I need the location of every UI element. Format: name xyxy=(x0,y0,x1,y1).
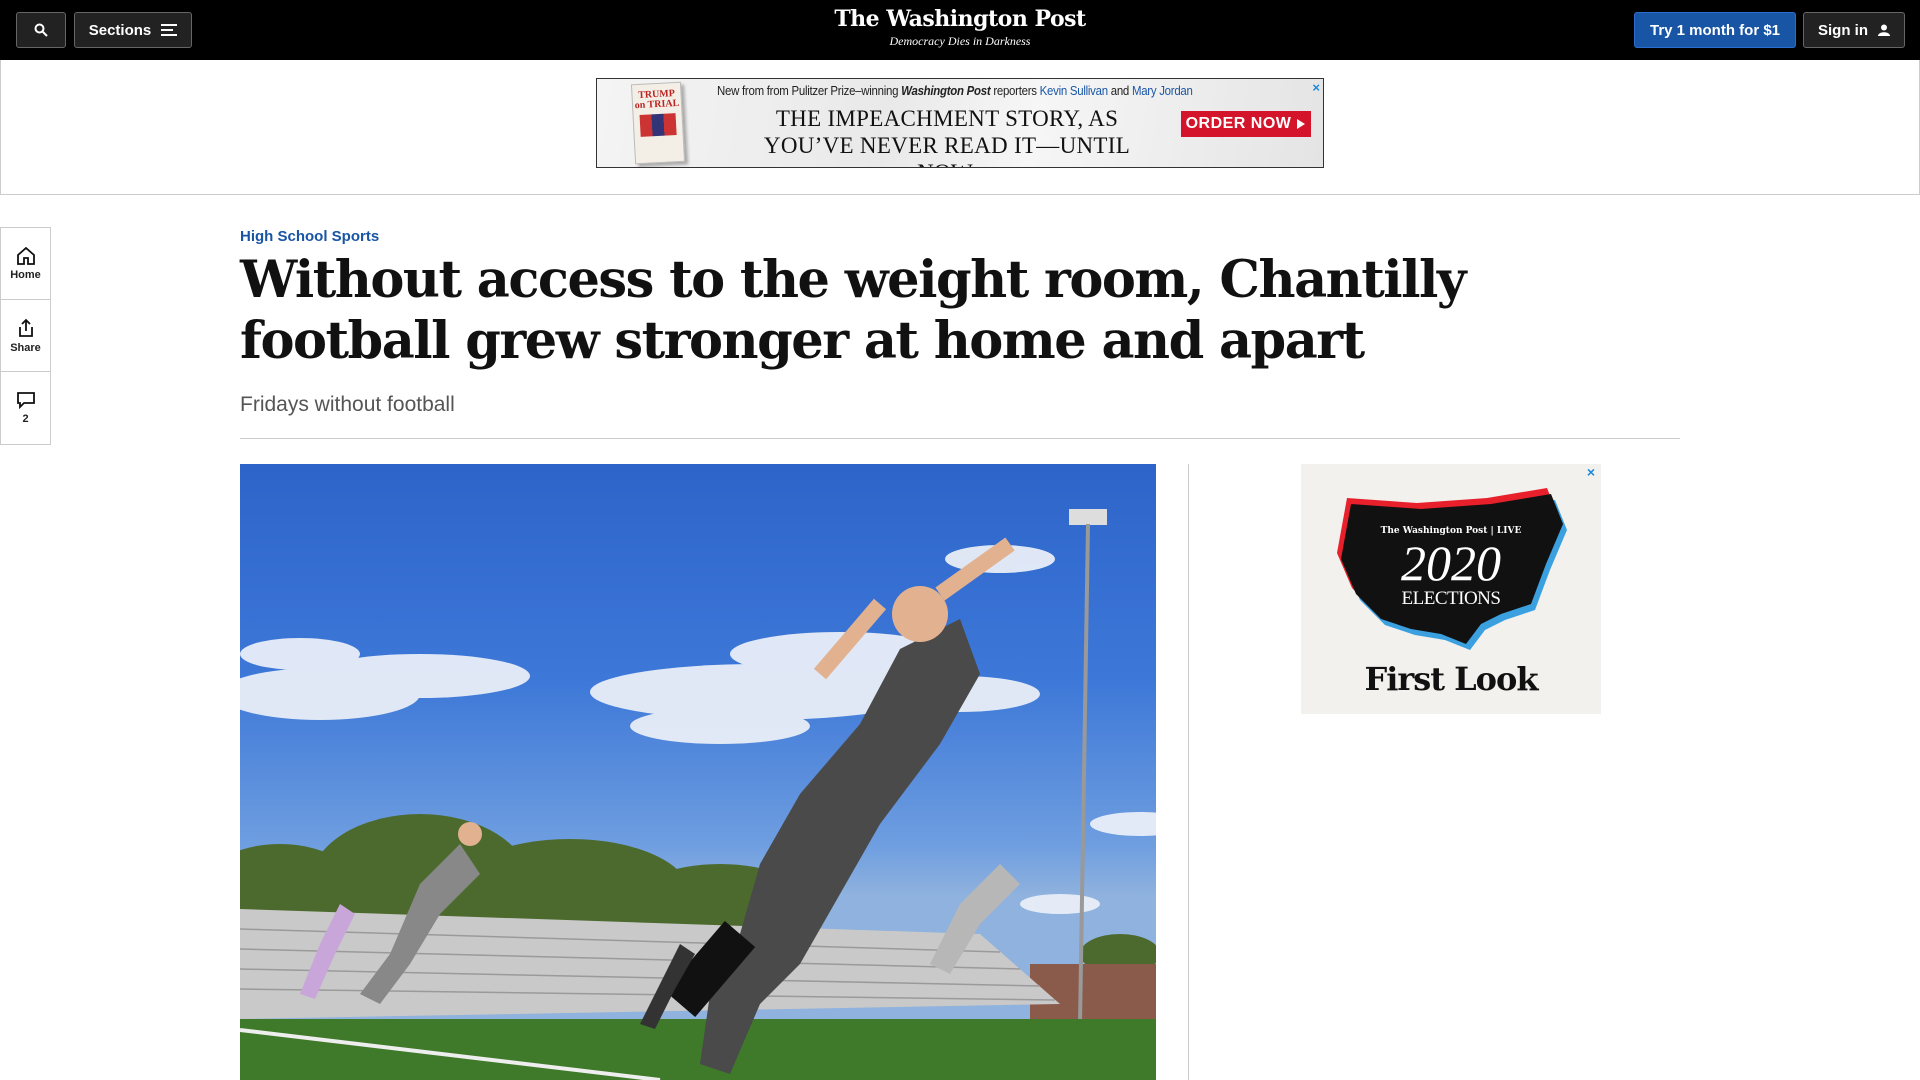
banner-reporters-word: reporters xyxy=(993,83,1037,98)
comment-icon xyxy=(16,392,35,409)
sections-label: Sections xyxy=(88,21,152,39)
banner-author-1: Kevin Sullivan xyxy=(1039,83,1108,98)
section-kicker-link[interactable]: High School Sports xyxy=(240,228,379,245)
order-now-button[interactable]: ORDER NOW xyxy=(1181,111,1311,137)
washington-post-logo[interactable]: The Washington Post xyxy=(760,6,1160,32)
banner-author-2: Mary Jordan xyxy=(1131,83,1193,98)
share-button[interactable]: Share xyxy=(1,300,50,372)
top-navigation: Sections The Washington Post Democracy D… xyxy=(0,0,1920,60)
article-subhead: Fridays without football xyxy=(240,393,455,416)
column-divider xyxy=(1188,464,1189,1080)
ad-elections-title: ELECTIONS xyxy=(1401,588,1501,609)
banner-advertisement[interactable]: TRUMP on TRIAL New from from Pulitzer Pr… xyxy=(596,78,1324,168)
banner-publication: Washington Post xyxy=(901,83,991,98)
ad-close-icon[interactable]: × xyxy=(1587,464,1595,480)
sign-in-button[interactable]: Sign in xyxy=(1803,12,1905,48)
lead-photo[interactable] xyxy=(240,464,1156,1080)
banner-headline-line-2: YOU’VE NEVER READ IT—UNTIL NOW. xyxy=(763,133,1131,167)
sections-button[interactable]: Sections xyxy=(74,12,192,48)
home-label: Home xyxy=(10,268,41,281)
ad-close-icon[interactable]: × xyxy=(1312,80,1320,95)
article-headline: Without access to the weight room, Chant… xyxy=(240,250,1467,371)
masthead[interactable]: The Washington Post Democracy Dies in Da… xyxy=(760,6,1160,49)
book-cover-image: TRUMP on TRIAL xyxy=(630,81,686,165)
play-arrow-icon xyxy=(1297,119,1306,129)
home-icon xyxy=(16,246,35,265)
lead-photo-illustration xyxy=(240,509,1156,1080)
header-divider xyxy=(240,438,1680,439)
share-icon xyxy=(18,318,33,337)
ad-first-look: First Look xyxy=(1364,660,1538,698)
side-advertisement[interactable]: The Washington Post | LIVE 2020 ELECTION… xyxy=(1301,464,1601,714)
left-action-rail: Home Share 2 xyxy=(0,227,51,445)
comments-button[interactable]: 2 xyxy=(1,372,50,444)
book-cover-strip xyxy=(639,113,677,137)
banner-intro-line: New from from Pulitzer Prize–winning Was… xyxy=(717,83,1210,98)
banner-intro: New from from Pulitzer Prize–winning xyxy=(717,83,899,98)
masthead-tagline: Democracy Dies in Darkness xyxy=(889,34,1031,48)
search-icon xyxy=(34,23,48,37)
banner-and-word: and xyxy=(1110,83,1130,98)
comments-count: 2 xyxy=(22,413,29,425)
share-label: Share xyxy=(10,341,41,354)
user-icon xyxy=(1878,24,1890,36)
search-button[interactable] xyxy=(16,12,66,48)
book-title: TRUMP on TRIAL xyxy=(634,88,680,112)
menu-icon xyxy=(161,24,178,36)
banner-headline: THE IMPEACHMENT STORY, AS YOU’VE NEVER R… xyxy=(737,105,1157,167)
ad-year: 2020 xyxy=(1401,535,1501,591)
order-now-label: ORDER NOW xyxy=(1185,115,1292,132)
banner-headline-line-1: THE IMPEACHMENT STORY, AS xyxy=(775,106,1119,131)
sign-in-label: Sign in xyxy=(1818,21,1868,39)
home-button[interactable]: Home xyxy=(1,228,50,300)
subscribe-trial-button[interactable]: Try 1 month for $1 xyxy=(1634,12,1796,48)
